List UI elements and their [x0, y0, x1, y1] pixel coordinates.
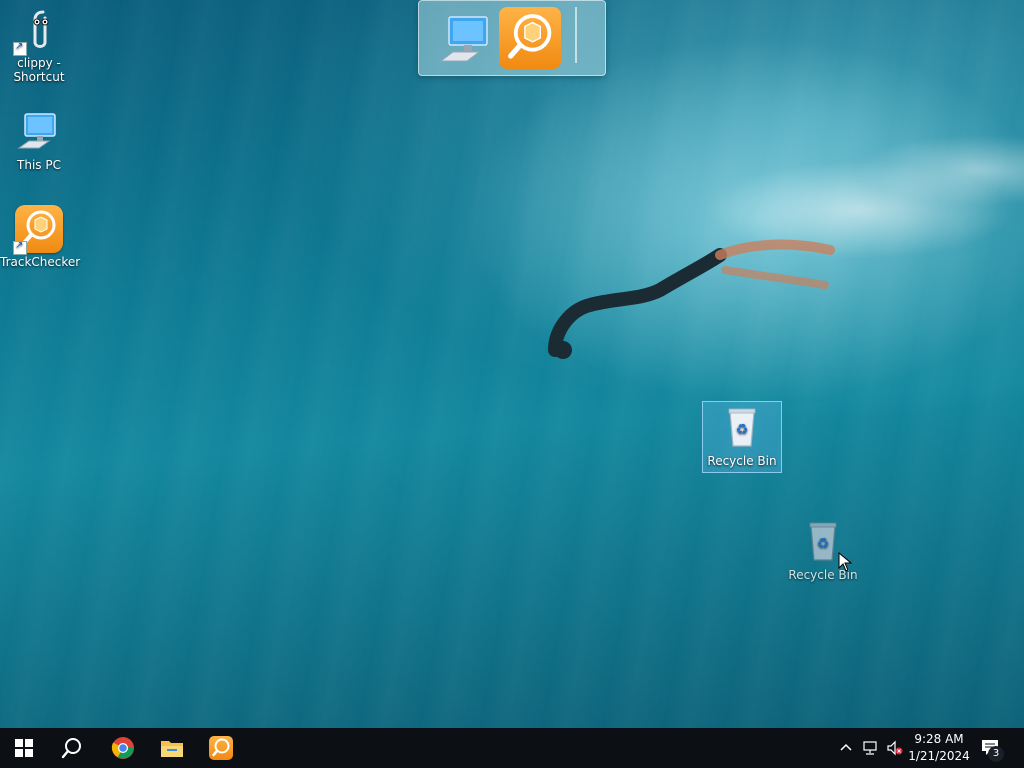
- wallpaper-diver: [548, 239, 835, 359]
- switcher-separator: [575, 7, 577, 63]
- taskbar-chrome-button[interactable]: [99, 728, 147, 768]
- file-explorer-icon: [161, 741, 183, 757]
- recycle-bin-icon: ♻: [718, 404, 766, 452]
- taskbar-trackchecker-button[interactable]: [197, 728, 245, 768]
- paperclip-icon: [13, 6, 63, 56]
- computer-icon: [15, 108, 63, 156]
- network-button[interactable]: [862, 740, 880, 760]
- action-center-button[interactable]: 3: [980, 738, 1010, 762]
- switcher-item-trackchecker[interactable]: [499, 7, 563, 69]
- desktop-icon-label: This PC: [17, 158, 61, 172]
- shortcut-arrow-icon: [13, 239, 27, 255]
- desktop-icon-label: clippy - Shortcut: [13, 56, 65, 84]
- taskbar: 9:28 AM 1/21/2024 3: [0, 728, 1024, 768]
- notification-count-badge: 3: [988, 746, 1004, 762]
- volume-button[interactable]: [886, 740, 904, 760]
- search-button[interactable]: [48, 728, 96, 768]
- chevron-up-icon: [840, 743, 852, 751]
- taskbar-file-explorer-button[interactable]: [148, 728, 196, 768]
- windows-start-icon: [15, 739, 33, 757]
- clock[interactable]: 9:28 AM 1/21/2024: [904, 731, 974, 765]
- search-icon: [61, 738, 81, 759]
- desktop-icon-clippy[interactable]: clippy - Shortcut: [0, 6, 78, 84]
- chrome-icon: [111, 737, 134, 759]
- trackchecker-icon: [209, 736, 233, 760]
- switcher-item-this-pc[interactable]: [435, 7, 499, 69]
- desktop-icon-recycle-bin[interactable]: ♻ Recycle Bin: [702, 401, 782, 473]
- shortcut-arrow-icon: [13, 40, 27, 56]
- desktop-icon-trackchecker[interactable]: TrackChecker: [0, 205, 81, 269]
- desktop-icon-label: TrackChecker: [0, 255, 81, 269]
- volume-muted-icon: [887, 740, 903, 756]
- desktop-icon-recycle-bin-drag[interactable]: ♻ Recycle Bin: [784, 518, 862, 582]
- mouse-cursor-icon: [838, 552, 852, 572]
- desktop-icon-label: Recycle Bin: [707, 454, 777, 468]
- svg-text:♻: ♻: [736, 422, 749, 438]
- svg-text:♻: ♻: [817, 536, 830, 552]
- trackchecker-icon: [499, 7, 561, 69]
- desktop-icon-this-pc[interactable]: This PC: [0, 108, 78, 172]
- start-button[interactable]: [0, 728, 48, 768]
- clock-date: 1/21/2024: [908, 749, 970, 763]
- show-hidden-icons-button[interactable]: [838, 740, 854, 760]
- network-icon: [863, 741, 877, 755]
- trackchecker-icon: [13, 205, 63, 255]
- task-switcher: [418, 0, 606, 76]
- clock-time: 9:28 AM: [914, 732, 964, 746]
- computer-icon: [439, 16, 488, 62]
